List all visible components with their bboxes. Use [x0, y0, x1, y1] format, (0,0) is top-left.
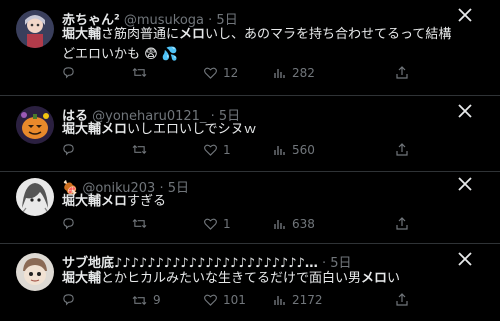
post[interactable]: 🍖 @oniku203 · 5日 堀大輔メロすぎる 1 638	[0, 172, 500, 244]
repost-button[interactable]	[132, 143, 153, 156]
views-icon	[274, 69, 285, 78]
manga-avatar-icon[interactable]	[16, 178, 54, 216]
post-text-part: い	[387, 271, 401, 286]
views-button[interactable]: 282	[274, 66, 315, 80]
like-button[interactable]: 101	[204, 293, 246, 307]
highlight-term: メロ	[179, 27, 206, 42]
like-button[interactable]: 1	[204, 217, 231, 231]
like-count: 12	[223, 66, 239, 80]
post-text: 堀大輔さ筋肉普通にメロいし、あのマラを持ち合わせてるって結構どエロいかも 😨 💦	[62, 25, 460, 65]
share-button[interactable]	[396, 217, 408, 230]
share-icon	[396, 66, 408, 79]
view-count: 282	[292, 66, 315, 80]
views-button[interactable]: 2172	[274, 293, 323, 307]
action-bar: 9 101 2172	[62, 293, 460, 309]
emoji: 😨 💦	[144, 47, 179, 62]
x-logo-icon[interactable]	[458, 177, 472, 191]
x-logo-icon[interactable]	[458, 252, 472, 266]
share-icon	[396, 217, 408, 230]
reply-icon	[63, 144, 74, 156]
like-count: 1	[223, 143, 231, 157]
action-bar: 1 560	[62, 143, 460, 159]
views-icon	[274, 146, 285, 155]
like-button[interactable]: 1	[204, 143, 231, 157]
reply-button[interactable]	[62, 143, 81, 156]
reply-icon	[63, 218, 74, 230]
anime-avatar-icon[interactable]	[16, 10, 54, 48]
highlight-term: メロ	[101, 194, 128, 209]
pumpkin-avatar-icon[interactable]	[16, 106, 54, 144]
post-text-part: すぎる	[127, 194, 167, 209]
action-bar: 1 638	[62, 217, 460, 233]
repost-icon	[132, 67, 147, 78]
share-icon	[396, 293, 408, 306]
views-icon	[274, 220, 285, 229]
reply-button[interactable]	[62, 293, 81, 306]
like-count: 1	[223, 217, 231, 231]
repost-button[interactable]: 9	[132, 293, 161, 307]
timeline-feed: 赤ちゃん² @musukoga · 5日 堀大輔さ筋肉普通にメロいし、あのマラを…	[0, 0, 500, 321]
post-text: 堀大輔メロいしエロいしでシヌｗ	[62, 120, 460, 140]
share-button[interactable]	[396, 143, 408, 156]
like-count: 101	[223, 293, 246, 307]
x-logo-icon[interactable]	[458, 104, 472, 118]
like-button[interactable]: 12	[204, 66, 238, 80]
heart-icon	[204, 67, 217, 79]
views-button[interactable]: 638	[274, 217, 315, 231]
views-icon	[274, 296, 285, 305]
highlight-term: 堀大輔	[62, 122, 102, 137]
post-text: 堀大輔メロすぎる	[62, 192, 460, 212]
share-icon	[396, 143, 408, 156]
highlight-term: メロ	[361, 271, 388, 286]
repost-icon	[132, 144, 147, 155]
reply-icon	[63, 67, 74, 79]
doll-avatar-icon[interactable]	[16, 253, 54, 291]
highlight-term: 堀大輔	[62, 271, 102, 286]
highlight-term: 堀大輔	[62, 27, 102, 42]
repost-icon	[132, 218, 147, 229]
highlight-term: 堀大輔	[62, 194, 102, 209]
post-text-part: いしエロいしでシヌｗ	[127, 122, 257, 137]
view-count: 638	[292, 217, 315, 231]
reply-button[interactable]	[62, 217, 81, 230]
repost-button[interactable]	[132, 66, 153, 79]
reply-button[interactable]	[62, 66, 81, 79]
views-button[interactable]: 560	[274, 143, 315, 157]
heart-icon	[204, 294, 217, 306]
post-text: 堀大輔とかヒカルみたいな生きてるだけで面白い男メロい	[62, 269, 460, 289]
post[interactable]: 赤ちゃん² @musukoga · 5日 堀大輔さ筋肉普通にメロいし、あのマラを…	[0, 0, 500, 96]
post[interactable]: サブ地底♪♪♪♪♪♪♪♪♪♪♪♪♪♪♪♪♪♪♪♪♪♪♪… · 5日 堀大輔とかヒ…	[0, 244, 500, 321]
post[interactable]: はる @yoneharu0121_ · 5日 堀大輔メロいしエロいしでシヌｗ 1	[0, 96, 500, 172]
repost-icon	[132, 295, 147, 305]
post-text-part: さ筋肉普通に	[101, 27, 180, 42]
share-button[interactable]	[396, 66, 408, 79]
x-logo-icon[interactable]	[458, 8, 472, 22]
post-text-part: とかヒカルみたいな生きてるだけで面白い男	[101, 271, 362, 286]
share-button[interactable]	[396, 293, 408, 306]
view-count: 560	[292, 143, 315, 157]
repost-count: 9	[153, 293, 161, 307]
view-count: 2172	[292, 293, 323, 307]
highlight-term: メロ	[101, 122, 128, 137]
action-bar: 12 282	[62, 66, 460, 82]
heart-icon	[204, 144, 217, 156]
reply-icon	[63, 294, 74, 306]
heart-icon	[204, 218, 217, 230]
repost-button[interactable]	[132, 217, 153, 230]
